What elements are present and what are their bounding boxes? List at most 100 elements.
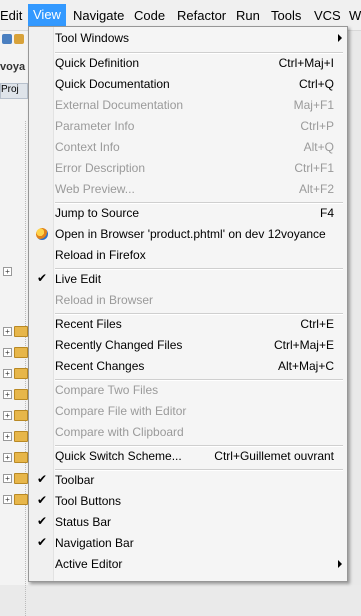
menu-item-label: Active Editor — [55, 557, 123, 571]
menu-refactor[interactable]: Refactor — [177, 8, 226, 24]
menu-item-external-documentation[interactable]: External Documentation Maj+F1 — [29, 95, 347, 116]
tree-expand-icon[interactable]: + — [3, 390, 12, 399]
submenu-arrow-icon — [338, 34, 342, 42]
menu-item-compare-with-clipboard[interactable]: Compare with Clipboard — [29, 422, 347, 443]
menu-item-label: Recent Files — [55, 317, 122, 331]
menu-run[interactable]: Run — [236, 8, 260, 24]
menu-item-label: Web Preview... — [55, 182, 135, 196]
menu-item-live-edit[interactable]: ✔ Live Edit — [29, 269, 347, 290]
menu-item-label: Recently Changed Files — [55, 338, 183, 352]
menu-item-label: Live Edit — [55, 272, 102, 286]
menu-item-error-description[interactable]: Error Description Ctrl+F1 — [29, 158, 347, 179]
checkmark-icon: ✔ — [37, 514, 48, 528]
menu-code[interactable]: Code — [134, 8, 165, 24]
checkmark-icon: ✔ — [37, 271, 48, 285]
menu-item-label: Reload in Browser — [55, 293, 154, 307]
tree-expand-icon[interactable]: + — [3, 474, 12, 483]
menu-item-quick-documentation[interactable]: Quick Documentation Ctrl+Q — [29, 74, 347, 95]
menu-item-recent-changes[interactable]: Recent Changes Alt+Maj+C — [29, 356, 347, 377]
menu-item-label: Tool Windows — [55, 31, 130, 45]
folder-icon — [14, 347, 28, 358]
menu-item-label: Compare File with Editor — [55, 404, 187, 418]
menu-tools[interactable]: Tools — [271, 8, 301, 24]
menu-item-label: Error Description — [55, 161, 146, 175]
folder-icon — [14, 494, 28, 505]
toolbar-sync-icon[interactable] — [14, 34, 24, 44]
menu-item-open-in-browser[interactable]: Open in Browser 'product.phtml' on dev 1… — [29, 224, 347, 245]
menu-edit[interactable]: Edit — [0, 8, 22, 24]
menu-item-label: Compare with Clipboard — [55, 425, 184, 439]
menu-item-toolbar[interactable]: ✔ Toolbar — [29, 470, 347, 491]
menu-item-active-editor[interactable]: Active Editor — [29, 554, 347, 575]
project-tab[interactable]: Proj — [0, 83, 28, 99]
folder-icon — [14, 368, 28, 379]
menu-item-recently-changed-files[interactable]: Recently Changed Files Ctrl+Maj+E — [29, 335, 347, 356]
menu-item-label: Toolbar — [55, 473, 95, 487]
menu-navigate[interactable]: Navigate — [73, 8, 124, 24]
tree-expand-icon[interactable]: + — [3, 267, 12, 276]
menu-item-tool-buttons[interactable]: ✔ Tool Buttons — [29, 491, 347, 512]
menu-window[interactable]: W — [349, 8, 361, 24]
menu-item-label: Quick Switch Scheme... — [55, 449, 182, 463]
tree-expand-icon[interactable]: + — [3, 432, 12, 441]
folder-icon — [14, 452, 28, 463]
menu-item-quick-definition[interactable]: Quick Definition Ctrl+Maj+I — [29, 53, 347, 74]
folder-icon — [14, 431, 28, 442]
menu-item-label: Quick Documentation — [55, 77, 170, 91]
menu-item-tool-windows[interactable]: Tool Windows — [29, 28, 347, 49]
checkmark-icon: ✔ — [37, 493, 48, 507]
browser-globe-icon — [36, 228, 48, 240]
menu-item-shortcut: F4 — [319, 206, 334, 220]
menu-item-reload-in-firefox[interactable]: Reload in Firefox — [29, 245, 347, 266]
menu-item-label: Reload in Firefox — [55, 248, 146, 262]
tree-expand-icon[interactable]: + — [3, 495, 12, 504]
menu-item-quick-switch-scheme[interactable]: Quick Switch Scheme... Ctrl+Guillemet ou… — [29, 446, 347, 467]
menu-item-label: Navigation Bar — [55, 536, 134, 550]
breadcrumb[interactable]: voya — [0, 61, 25, 73]
menu-item-label: Status Bar — [55, 515, 112, 529]
menu-item-shortcut: Ctrl+F1 — [294, 161, 334, 175]
menu-item-label: Quick Definition — [55, 56, 140, 70]
view-menu-dropdown: Tool Windows Quick Definition Ctrl+Maj+I… — [28, 26, 348, 582]
submenu-arrow-icon — [338, 560, 342, 568]
menu-item-jump-to-source[interactable]: Jump to Source F4 — [29, 203, 347, 224]
menu-item-web-preview[interactable]: Web Preview... Alt+F2 — [29, 179, 347, 200]
folder-icon — [14, 389, 28, 400]
menu-item-navigation-bar[interactable]: ✔ Navigation Bar — [29, 533, 347, 554]
menu-vcs[interactable]: VCS — [314, 8, 341, 24]
tree-expand-icon[interactable]: + — [3, 411, 12, 420]
menu-item-label: External Documentation — [55, 98, 184, 112]
checkmark-icon: ✔ — [37, 472, 48, 486]
menu-item-shortcut: Alt+Q — [303, 140, 334, 154]
menu-item-recent-files[interactable]: Recent Files Ctrl+E — [29, 314, 347, 335]
menu-item-compare-two-files[interactable]: Compare Two Files — [29, 380, 347, 401]
menu-item-parameter-info[interactable]: Parameter Info Ctrl+P — [29, 116, 347, 137]
tree-expand-icon[interactable]: + — [3, 348, 12, 357]
folder-icon — [14, 326, 28, 337]
menu-item-compare-file-with-editor[interactable]: Compare File with Editor — [29, 401, 347, 422]
folder-icon — [14, 473, 28, 484]
menu-item-shortcut: Maj+F1 — [293, 98, 334, 112]
menu-view[interactable]: View — [28, 4, 66, 26]
menu-item-label: Parameter Info — [55, 119, 135, 133]
menu-item-shortcut: Ctrl+Maj+I — [278, 56, 334, 70]
toolbar-save-icon[interactable] — [2, 34, 12, 44]
menu-item-context-info[interactable]: Context Info Alt+Q — [29, 137, 347, 158]
checkmark-icon: ✔ — [37, 535, 48, 549]
menu-item-reload-in-browser[interactable]: Reload in Browser — [29, 290, 347, 311]
menu-item-shortcut: Ctrl+Q — [298, 77, 334, 91]
menu-item-label: Compare Two Files — [55, 383, 159, 397]
project-tool-window: voya Proj + + + + + + + + + + — [0, 31, 28, 616]
menu-item-shortcut: Ctrl+Maj+E — [273, 338, 334, 352]
menu-item-label: Open in Browser 'product.phtml' on dev 1… — [55, 227, 326, 241]
menu-item-shortcut: Alt+F2 — [298, 182, 334, 196]
menu-item-shortcut: Ctrl+E — [300, 317, 334, 331]
menu-item-shortcut: Alt+Maj+C — [277, 359, 334, 373]
menu-item-shortcut: Ctrl+P — [300, 119, 334, 133]
menu-item-status-bar[interactable]: ✔ Status Bar — [29, 512, 347, 533]
menu-item-label: Jump to Source — [55, 206, 140, 220]
tree-expand-icon[interactable]: + — [3, 369, 12, 378]
menu-item-label: Context Info — [55, 140, 120, 154]
tree-expand-icon[interactable]: + — [3, 453, 12, 462]
tree-expand-icon[interactable]: + — [3, 327, 12, 336]
